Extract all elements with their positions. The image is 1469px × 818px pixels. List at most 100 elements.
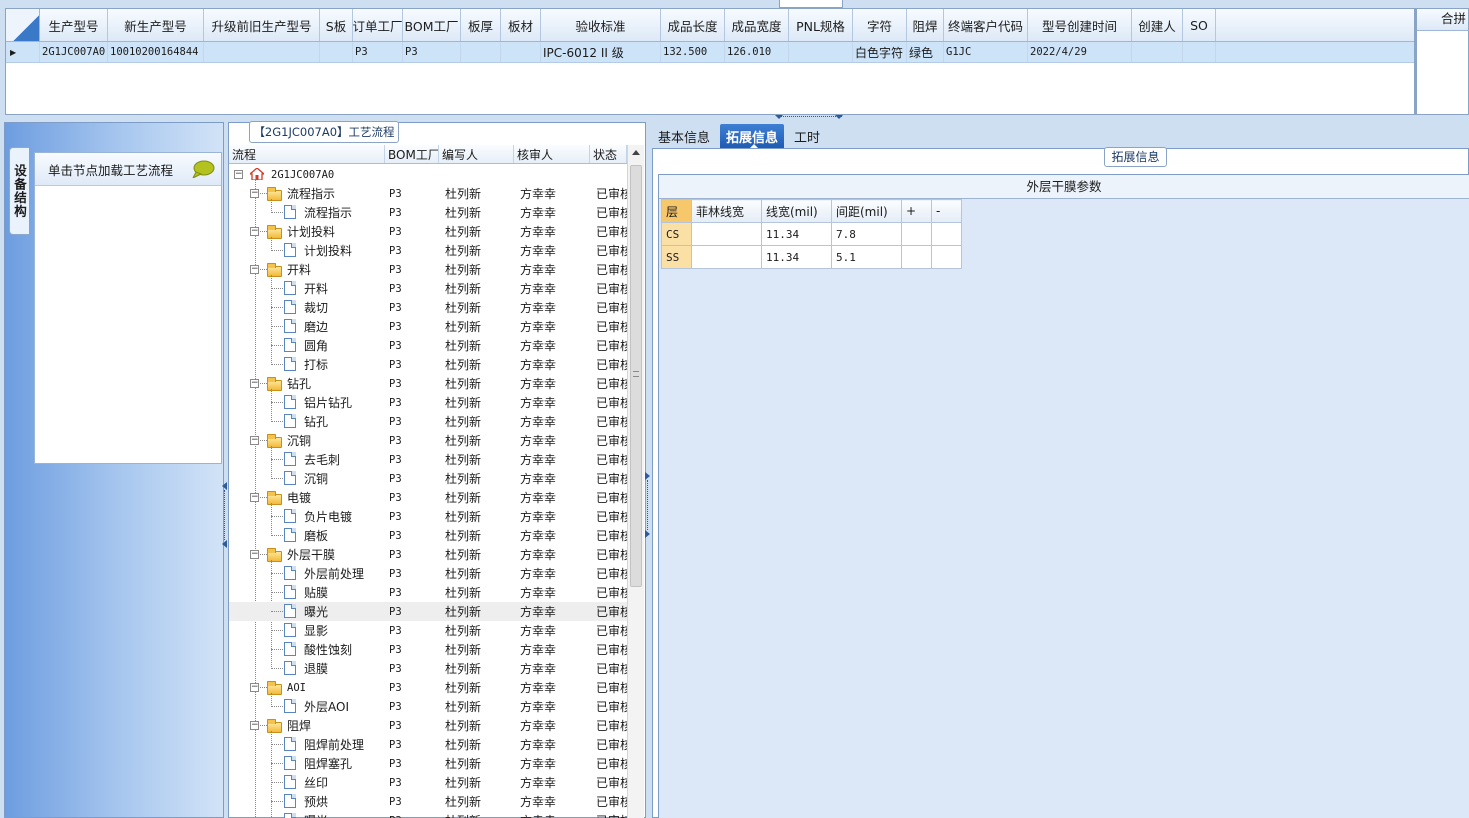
tree-step-row[interactable]: 打标 P3 杜列新 方幸幸 已审核 xyxy=(229,355,627,374)
tree-step-row[interactable]: 贴膜 P3 杜列新 方幸幸 已审核 xyxy=(229,583,627,602)
vertical-splitter-grip[interactable] xyxy=(224,490,226,540)
grid-cell[interactable]: 126.010 xyxy=(725,42,789,62)
tree-group-row[interactable]: − 沉铜 P3 杜列新 方幸幸 已审核 xyxy=(229,431,627,479)
collapse-icon[interactable]: − xyxy=(234,170,243,179)
splitter-arrow-icon[interactable] xyxy=(222,540,227,548)
column-header[interactable]: S板 xyxy=(320,9,353,41)
grid-cell[interactable] xyxy=(1132,42,1183,62)
collapse-icon[interactable]: − xyxy=(250,550,259,559)
tree-group-row[interactable]: − 外层干膜 P3 杜列新 方幸幸 已审核 xyxy=(229,545,627,669)
collapse-icon[interactable]: − xyxy=(250,721,259,730)
tree-step-row[interactable]: 退膜 P3 杜列新 方幸幸 已审核 xyxy=(229,659,627,678)
collapse-icon[interactable]: − xyxy=(250,493,259,502)
tree-column-header[interactable]: 流程 xyxy=(229,145,385,163)
column-header[interactable]: 终端客户代码 xyxy=(944,9,1028,41)
tree-step-row[interactable]: 曝光P3杜列新方幸幸已审核 xyxy=(229,602,627,621)
horizontal-splitter[interactable] xyxy=(0,115,1469,122)
splitter-grip[interactable] xyxy=(778,116,842,120)
tree-group-row[interactable]: − AOI P3 杜列新 方幸幸 已审核 xyxy=(229,678,627,707)
tree-group-row[interactable]: − 计划投料 P3 杜列新 方幸幸 已审核 xyxy=(229,222,627,251)
column-header[interactable]: 成品长度 xyxy=(661,9,725,41)
tree-step-row[interactable]: 磨边 P3 杜列新 方幸幸 已审核 xyxy=(229,317,627,336)
param-cell[interactable] xyxy=(901,222,932,246)
column-header[interactable]: 板厚 xyxy=(461,9,501,41)
column-header[interactable]: 型号创建时间 xyxy=(1028,9,1132,41)
tree-scrollbar[interactable] xyxy=(627,145,644,818)
tree-step-row[interactable]: 沉铜 P3 杜列新 方幸幸 已审核 xyxy=(229,469,627,488)
param-cell[interactable] xyxy=(931,245,962,269)
column-header[interactable]: 创建人 xyxy=(1132,9,1183,41)
tree-group-row[interactable]: − 阻焊 P3 杜列新 方幸幸 已审核 xyxy=(229,716,627,818)
tree-group-row[interactable]: − 钻孔 P3 杜列新 方幸幸 已审核 xyxy=(229,374,627,422)
tab-0[interactable]: 基本信息 xyxy=(652,124,716,148)
tree-step-row[interactable]: 外层前处理 P3 杜列新 方幸幸 已审核 xyxy=(229,564,627,583)
scroll-up-icon[interactable] xyxy=(632,150,640,155)
grid-cell[interactable] xyxy=(320,42,353,62)
column-header[interactable]: 板材 xyxy=(501,9,541,41)
column-header[interactable]: 订单工厂 xyxy=(353,9,403,41)
tree-step-row[interactable]: 阻焊塞孔 P3 杜列新 方幸幸 已审核 xyxy=(229,754,627,773)
grid-cell[interactable]: 10010200164844 xyxy=(108,42,204,62)
column-header[interactable]: 升级前旧生产型号 xyxy=(204,9,320,41)
tree-group-row[interactable]: − 开料 P3 杜列新 方幸幸 已审核 xyxy=(229,260,627,365)
tree-step-row[interactable]: 外层AOI P3 杜列新 方幸幸 已审核 xyxy=(229,697,627,716)
grid-cell[interactable]: 2022/4/29 xyxy=(1028,42,1132,62)
grid-cell[interactable] xyxy=(789,42,853,62)
tree-step-row[interactable]: 铝片钻孔 P3 杜列新 方幸幸 已审核 xyxy=(229,393,627,412)
tree-step-row[interactable]: 计划投料 P3 杜列新 方幸幸 已审核 xyxy=(229,241,627,260)
product-grid-row[interactable]: ▶ 2G1JC007A0 10010200164844 P3 P3 IPC-6012 II… xyxy=(6,42,1414,63)
column-header[interactable]: 生产型号 xyxy=(40,9,108,41)
tree-step-row[interactable]: 酸性蚀刻 P3 杜列新 方幸幸 已审核 xyxy=(229,640,627,659)
tree-step-row[interactable]: 曝光P3杜列新方幸幸已审核 xyxy=(229,811,627,818)
param-cell[interactable] xyxy=(691,245,762,269)
add-row-button[interactable]: + xyxy=(901,199,932,223)
splitter-arrow-icon[interactable] xyxy=(775,115,783,120)
param-cell[interactable] xyxy=(931,222,962,246)
grid-cell[interactable]: 白色字符 xyxy=(853,42,907,62)
vertical-splitter-grip[interactable] xyxy=(647,480,649,530)
tree-step-row[interactable]: 钻孔 P3 杜列新 方幸幸 已审核 xyxy=(229,412,627,431)
tree-step-row[interactable]: 圆角 P3 杜列新 方幸幸 已审核 xyxy=(229,336,627,355)
tree-column-header[interactable]: 核审人 xyxy=(514,145,590,163)
tree-step-row[interactable]: 显影 P3 杜列新 方幸幸 已审核 xyxy=(229,621,627,640)
param-cell[interactable]: 11.34 xyxy=(761,245,832,269)
tree-group-row[interactable]: − 流程指示 P3 杜列新 方幸幸 已审核 xyxy=(229,184,627,213)
tree-step-row[interactable]: 开料 P3 杜列新 方幸幸 已审核 xyxy=(229,279,627,298)
tree-step-row[interactable]: 预烘 P3 杜列新 方幸幸 已审核 xyxy=(229,792,627,811)
splitter-arrow-icon[interactable] xyxy=(645,530,650,538)
collapse-icon[interactable]: − xyxy=(250,379,259,388)
grid-cell[interactable]: G1JC xyxy=(944,42,1028,62)
column-header[interactable]: 阻焊 xyxy=(907,9,944,41)
grid-cell[interactable]: 绿色 xyxy=(907,42,944,62)
splitter-arrow-icon[interactable] xyxy=(645,472,650,480)
select-all-corner[interactable] xyxy=(6,9,40,41)
tab-equipment-structure[interactable]: 设备结构 xyxy=(9,147,29,235)
param-cell[interactable] xyxy=(901,245,932,269)
grid-cell[interactable] xyxy=(461,42,501,62)
grid-cell[interactable] xyxy=(204,42,320,62)
tree-step-row[interactable]: 负片电镀 P3 杜列新 方幸幸 已审核 xyxy=(229,507,627,526)
tree-step-row[interactable]: 裁切 P3 杜列新 方幸幸 已审核 xyxy=(229,298,627,317)
column-header[interactable]: 字符 xyxy=(853,9,907,41)
tree-group-row[interactable]: − 电镀 P3 杜列新 方幸幸 已审核 xyxy=(229,488,627,536)
grid-cell[interactable]: IPC-6012 II 级 xyxy=(541,42,661,62)
tab-1[interactable]: 拓展信息 xyxy=(720,124,785,149)
collapse-icon[interactable]: − xyxy=(250,436,259,445)
params-row[interactable]: SS 11.34 5.1 xyxy=(661,245,962,269)
column-header[interactable]: SO xyxy=(1183,9,1216,41)
tree-column-header[interactable]: BOM工厂 xyxy=(385,145,439,163)
tree-step-row[interactable]: 丝印 P3 杜列新 方幸幸 已审核 xyxy=(229,773,627,792)
column-header[interactable]: 新生产型号 xyxy=(108,9,204,41)
grid-cell[interactable] xyxy=(1183,42,1216,62)
grid-cell[interactable]: P3 xyxy=(403,42,461,62)
column-header[interactable]: 成品宽度 xyxy=(725,9,789,41)
tree-step-row[interactable]: 去毛刺 P3 杜列新 方幸幸 已审核 xyxy=(229,450,627,469)
param-cell[interactable]: 11.34 xyxy=(761,222,832,246)
param-cell[interactable] xyxy=(691,222,762,246)
tree-root-row[interactable]: − 2G1JC007A0 xyxy=(229,165,627,184)
tree-step-row[interactable]: 磨板 P3 杜列新 方幸幸 已审核 xyxy=(229,526,627,545)
splitter-arrow-icon[interactable] xyxy=(222,482,227,490)
collapse-icon[interactable]: − xyxy=(250,227,259,236)
tree-step-row[interactable]: 流程指示 P3 杜列新 方幸幸 已审核 xyxy=(229,203,627,222)
layer-cell[interactable]: CS xyxy=(661,222,692,246)
